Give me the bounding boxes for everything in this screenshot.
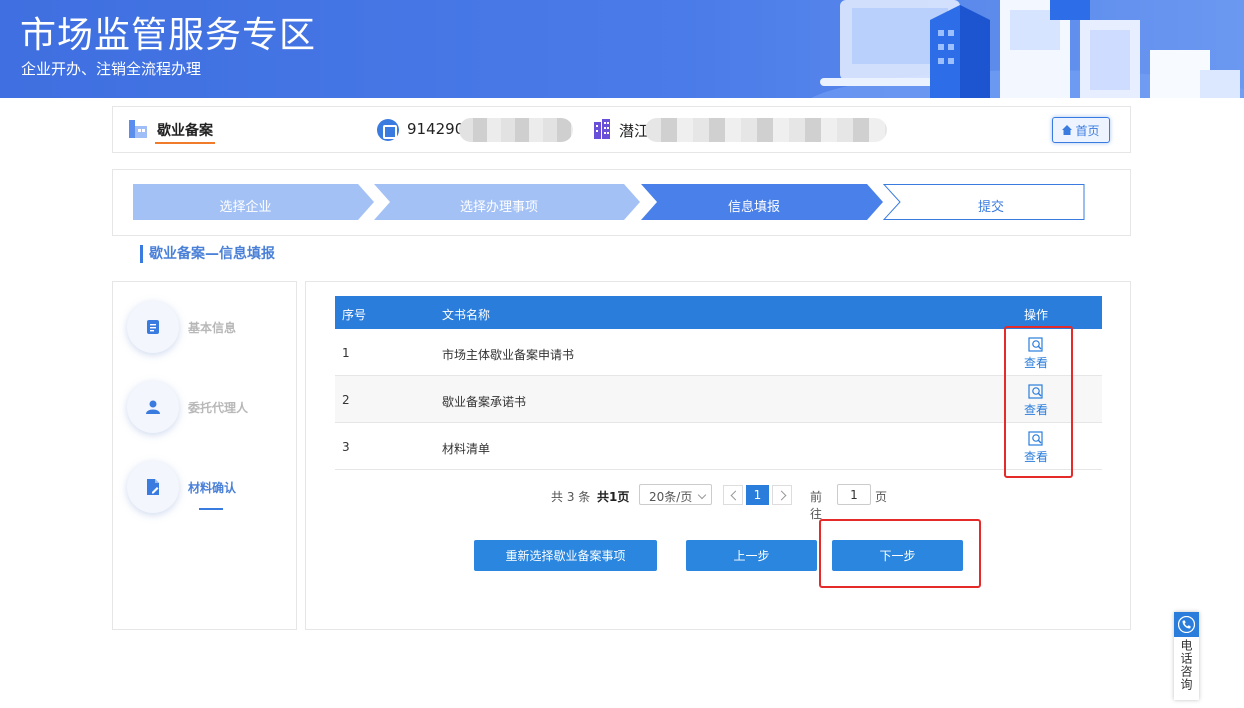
redacted-credit-code (459, 118, 573, 142)
header-index: 序号 (342, 308, 367, 322)
nav-item-material-confirm[interactable]: 材料确认 (127, 461, 287, 515)
row-doc-name: 市场主体歇业备案申请书 (442, 348, 575, 362)
prev-step-button[interactable]: 上一步 (686, 540, 817, 571)
table-row: 3 材料清单 查看 (335, 423, 1102, 470)
phone-icon (1178, 616, 1195, 633)
step-select-enterprise: 选择企业 (219, 200, 272, 215)
table-header: 序号 文书名称 操作 (335, 296, 1102, 329)
reselect-matter-button[interactable]: 重新选择歇业备案事项 (474, 540, 657, 571)
credit-code: 914290 (407, 120, 465, 138)
enterprise-header: 歇业备案 914290 潜江 首页 (112, 106, 1131, 153)
banner-title: 市场监管服务专区 (20, 15, 317, 56)
current-page-button[interactable]: 1 (746, 485, 769, 505)
nav-item-label: 委托代理人 (188, 401, 249, 415)
city-illustration (811, 0, 1244, 98)
prev-page-button[interactable] (723, 485, 743, 505)
row-index: 2 (342, 393, 350, 407)
highlight-box-next-button (819, 519, 981, 588)
phone-consult-widget[interactable]: 电话咨询 (1174, 612, 1199, 700)
row-index: 1 (342, 346, 350, 360)
app-title-underline (155, 142, 215, 144)
total-count: 共 3 条 (551, 490, 591, 504)
goto-unit: 页 (875, 490, 888, 504)
row-doc-name: 材料清单 (442, 442, 491, 456)
header-action: 操作 (1024, 308, 1049, 322)
nav-item-agent[interactable]: 委托代理人 (127, 381, 287, 435)
person-icon (146, 400, 160, 414)
goto-label: 前往 (810, 490, 823, 521)
document-icon (147, 320, 159, 334)
nav-item-label: 材料确认 (188, 481, 237, 495)
app-title: 歇业备案 (157, 123, 213, 139)
page-size-select[interactable]: 20条/页 (639, 484, 712, 505)
step-fill-info: 信息填报 (727, 200, 780, 215)
section-title: 歇业备案—信息填报 (140, 245, 275, 263)
nav-item-label: 基本信息 (188, 321, 237, 335)
next-page-button[interactable] (772, 485, 792, 505)
home-icon (1062, 125, 1073, 135)
home-button[interactable]: 首页 (1052, 117, 1110, 143)
building-icon (594, 119, 610, 139)
row-doc-name: 歇业备案承诺书 (442, 395, 527, 409)
file-edit-icon (147, 479, 159, 495)
goto-page-input[interactable] (837, 484, 871, 505)
form-section-nav: 基本信息 委托代理人 材料确认 (112, 281, 297, 630)
step-submit: 提交 (977, 200, 1004, 215)
app-logo-icon (129, 120, 147, 138)
nav-item-basic-info[interactable]: 基本信息 (127, 301, 287, 355)
row-index: 3 (342, 440, 350, 454)
step-select-matter: 选择办理事项 (459, 200, 538, 215)
active-nav-indicator (199, 508, 223, 510)
banner-subtitle: 企业开办、注销全流程办理 (21, 60, 202, 78)
page-banner: 市场监管服务专区 企业开办、注销全流程办理 (0, 0, 1244, 98)
credit-code-icon (377, 119, 399, 141)
table-row: 2 歇业备案承诺书 查看 (335, 376, 1102, 423)
total-pages: 共1页 (597, 490, 630, 504)
document-table: 序号 文书名称 操作 1 市场主体歇业备案申请书 查看 2 歇业备案承诺书 查看… (335, 296, 1102, 470)
progress-steps: 选择企业 选择办理事项 信息填报 提交 (112, 169, 1131, 236)
redacted-company-name (645, 118, 887, 142)
phone-consult-label: 电话咨询 (1179, 639, 1193, 691)
table-row: 1 市场主体歇业备案申请书 查看 (335, 329, 1102, 376)
material-confirm-panel: 序号 文书名称 操作 1 市场主体歇业备案申请书 查看 2 歇业备案承诺书 查看… (305, 281, 1131, 630)
highlight-box-view-buttons (1004, 326, 1073, 478)
header-doc-name: 文书名称 (442, 308, 491, 322)
home-button-label: 首页 (1075, 123, 1100, 138)
